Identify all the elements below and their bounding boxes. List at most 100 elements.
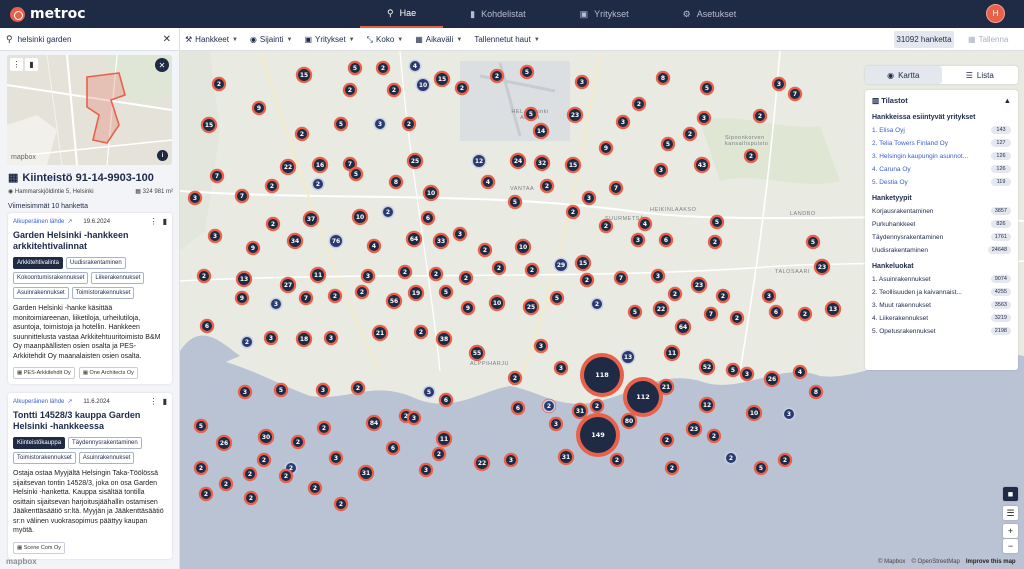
map-cluster-marker[interactable]: 3 — [375, 119, 385, 129]
map-cluster-marker[interactable]: 2 — [319, 423, 329, 433]
info-icon[interactable]: i — [157, 150, 168, 161]
map-cluster-marker[interactable]: 25 — [525, 301, 537, 313]
map-cluster-marker[interactable]: 2 — [400, 267, 410, 277]
map-cluster-marker[interactable]: 12 — [701, 399, 713, 411]
map-cluster-marker[interactable]: 3 — [331, 453, 341, 463]
map-cluster-marker[interactable]: 2 — [201, 489, 211, 499]
map-cluster-marker[interactable]: 9 — [237, 293, 247, 303]
filter-location[interactable]: ◉ Sijainti ▼ — [250, 35, 293, 44]
map-cluster-marker[interactable]: 30 — [260, 431, 272, 443]
map-cluster-marker[interactable]: 37 — [305, 213, 317, 225]
map-cluster-marker[interactable]: 3 — [266, 333, 276, 343]
map-cluster-marker[interactable]: 6 — [441, 395, 451, 405]
chevron-up-icon[interactable]: ▲ — [1004, 96, 1011, 105]
zoom-in-button[interactable]: + — [1003, 524, 1018, 538]
map-cluster-marker[interactable]: 31 — [574, 405, 586, 417]
map-cluster-marker[interactable]: 3 — [271, 299, 281, 309]
map-cluster-marker[interactable]: 2 — [242, 337, 252, 347]
map-cluster-marker[interactable]: 3 — [784, 409, 794, 419]
map-cluster-marker[interactable]: 3 — [455, 229, 465, 239]
map-cluster-marker[interactable]: 5 — [663, 139, 673, 149]
map-cluster-marker[interactable]: 11 — [438, 433, 450, 445]
map-cluster-marker[interactable]: 2 — [221, 479, 231, 489]
card-title[interactable]: Garden Helsinki -hankkeen arkkitehtivali… — [13, 230, 167, 252]
map-cluster-marker[interactable]: 2 — [492, 71, 502, 81]
map-cluster-marker[interactable]: 7 — [706, 309, 716, 319]
map-cluster-marker[interactable]: 2 — [268, 219, 278, 229]
stats-row[interactable]: 5. Opetusrakennukset 2198 — [872, 327, 1011, 335]
map-cluster-marker[interactable]: 52 — [701, 361, 713, 373]
filter-time-range[interactable]: ▦ Aikaväli ▼ — [415, 35, 462, 44]
more-icon[interactable]: ⋮ — [150, 217, 158, 226]
map-cluster-marker[interactable]: 2 — [726, 453, 736, 463]
map-cluster-marker[interactable]: 2 — [510, 373, 520, 383]
map-cluster-marker[interactable]: 2 — [662, 435, 672, 445]
map-cluster-marker[interactable]: 4 — [410, 61, 420, 71]
map-cluster-marker[interactable]: 2 — [568, 207, 578, 217]
map-cluster-marker[interactable]: 2 — [383, 207, 393, 217]
map-cluster-marker[interactable]: 2 — [416, 327, 426, 337]
map-cluster-marker[interactable]: 64 — [408, 233, 420, 245]
map-cluster-marker[interactable]: 2 — [310, 483, 320, 493]
map-cluster-marker[interactable]: 3 — [633, 235, 643, 245]
map-cluster-marker[interactable]: 22 — [476, 457, 488, 469]
zoom-out-button[interactable]: − — [1003, 539, 1018, 553]
source-link[interactable]: Alkuperäinen lähde — [13, 219, 64, 225]
project-card[interactable]: Alkuperäinen lähde ↗ 11.6.2024 ⋮ ▮ Tontt… — [8, 393, 172, 559]
map-cluster-marker[interactable]: 3 — [506, 455, 516, 465]
map-cluster-marker[interactable]: 11 — [666, 347, 678, 359]
map-cluster-marker[interactable]: 2 — [336, 499, 346, 509]
map-cluster-marker[interactable]: 6 — [513, 403, 523, 413]
more-icon[interactable]: ⋮ — [10, 58, 23, 71]
map-cluster-marker[interactable]: 3 — [318, 385, 328, 395]
map-cluster-marker[interactable]: 5 — [702, 83, 712, 93]
map-cluster-marker[interactable]: 2 — [259, 455, 269, 465]
map-cluster-marker[interactable]: 15 — [436, 73, 448, 85]
map-cluster-marker[interactable]: 2 — [293, 437, 303, 447]
map-cluster-marker[interactable]: 3 — [190, 193, 200, 203]
map-cluster-marker[interactable]: 5 — [712, 217, 722, 227]
map-cluster-marker[interactable]: 25 — [409, 155, 421, 167]
map-cluster-marker[interactable]: 2 — [281, 471, 291, 481]
map-cluster-marker[interactable]: 2 — [592, 401, 602, 411]
card-title[interactable]: Tontti 14528/3 kauppa Garden Helsinki -h… — [13, 410, 167, 432]
map-cluster-marker[interactable]: 6 — [661, 235, 671, 245]
map-cluster-marker[interactable]: 2 — [245, 469, 255, 479]
map-cluster-marker[interactable]: 2 — [313, 179, 323, 189]
map-cluster-marker[interactable]: 3 — [699, 113, 709, 123]
stats-row[interactable]: 4. Caruna Oy 126 — [872, 165, 1011, 173]
map-cluster-marker[interactable]: 2 — [330, 291, 340, 301]
stats-row[interactable]: 1. Asuinrakennukset 9074 — [872, 275, 1011, 283]
filter-companies[interactable]: ▣ Yritykset ▼ — [304, 35, 354, 44]
map-cluster-marker[interactable]: 14 — [535, 125, 547, 137]
map-cluster-marker[interactable]: 15 — [203, 119, 215, 131]
map-cluster-marker[interactable]: 2 — [431, 269, 441, 279]
map-cluster-marker[interactable]: 3 — [551, 419, 561, 429]
map-cluster-marker[interactable]: 26 — [766, 373, 778, 385]
company-chip[interactable]: ▦ Scene Com Oy — [13, 541, 66, 554]
improve-map-link[interactable]: Improve this map — [966, 559, 1016, 565]
map-cluster-marker[interactable]: 2 — [246, 493, 256, 503]
map-cluster-marker[interactable]: 8 — [811, 387, 821, 397]
tab-target-lists[interactable]: ▮ Kohdelistat — [443, 0, 552, 28]
map-cluster-marker[interactable]: 2 — [461, 273, 471, 283]
external-link-icon[interactable]: ↗ — [67, 398, 72, 405]
map-cluster-marker[interactable]: 55 — [471, 347, 483, 359]
map-cluster-marker[interactable]: 76 — [330, 235, 342, 247]
map-cluster-marker[interactable]: 56 — [388, 295, 400, 307]
property-minimap[interactable]: ⋮ ▮ ✕ i mapbox — [7, 55, 172, 165]
map-cluster-marker[interactable]: 2 — [800, 309, 810, 319]
map-cluster-marker[interactable]: 5 — [630, 307, 640, 317]
bookmark-icon[interactable]: ▮ — [163, 397, 167, 406]
map-cluster-marker[interactable]: 7 — [301, 293, 311, 303]
map-cluster-marker[interactable]: 5 — [756, 463, 766, 473]
bookmark-icon[interactable]: ▮ — [163, 217, 167, 226]
tab-companies[interactable]: ▣ Yritykset — [553, 0, 656, 28]
stats-row[interactable]: 4. Liikerakennukset 3219 — [872, 314, 1011, 322]
company-chip[interactable]: ▦ One Architects Oy — [78, 367, 138, 379]
map-cluster-marker[interactable]: 5 — [424, 387, 434, 397]
map-cluster-marker[interactable]: 15 — [567, 159, 579, 171]
attribution-mapbox[interactable]: © Mapbox — [878, 559, 905, 565]
map-cluster-marker[interactable]: 2 — [592, 299, 602, 309]
map-cluster-marker[interactable]: 13 — [622, 351, 634, 363]
